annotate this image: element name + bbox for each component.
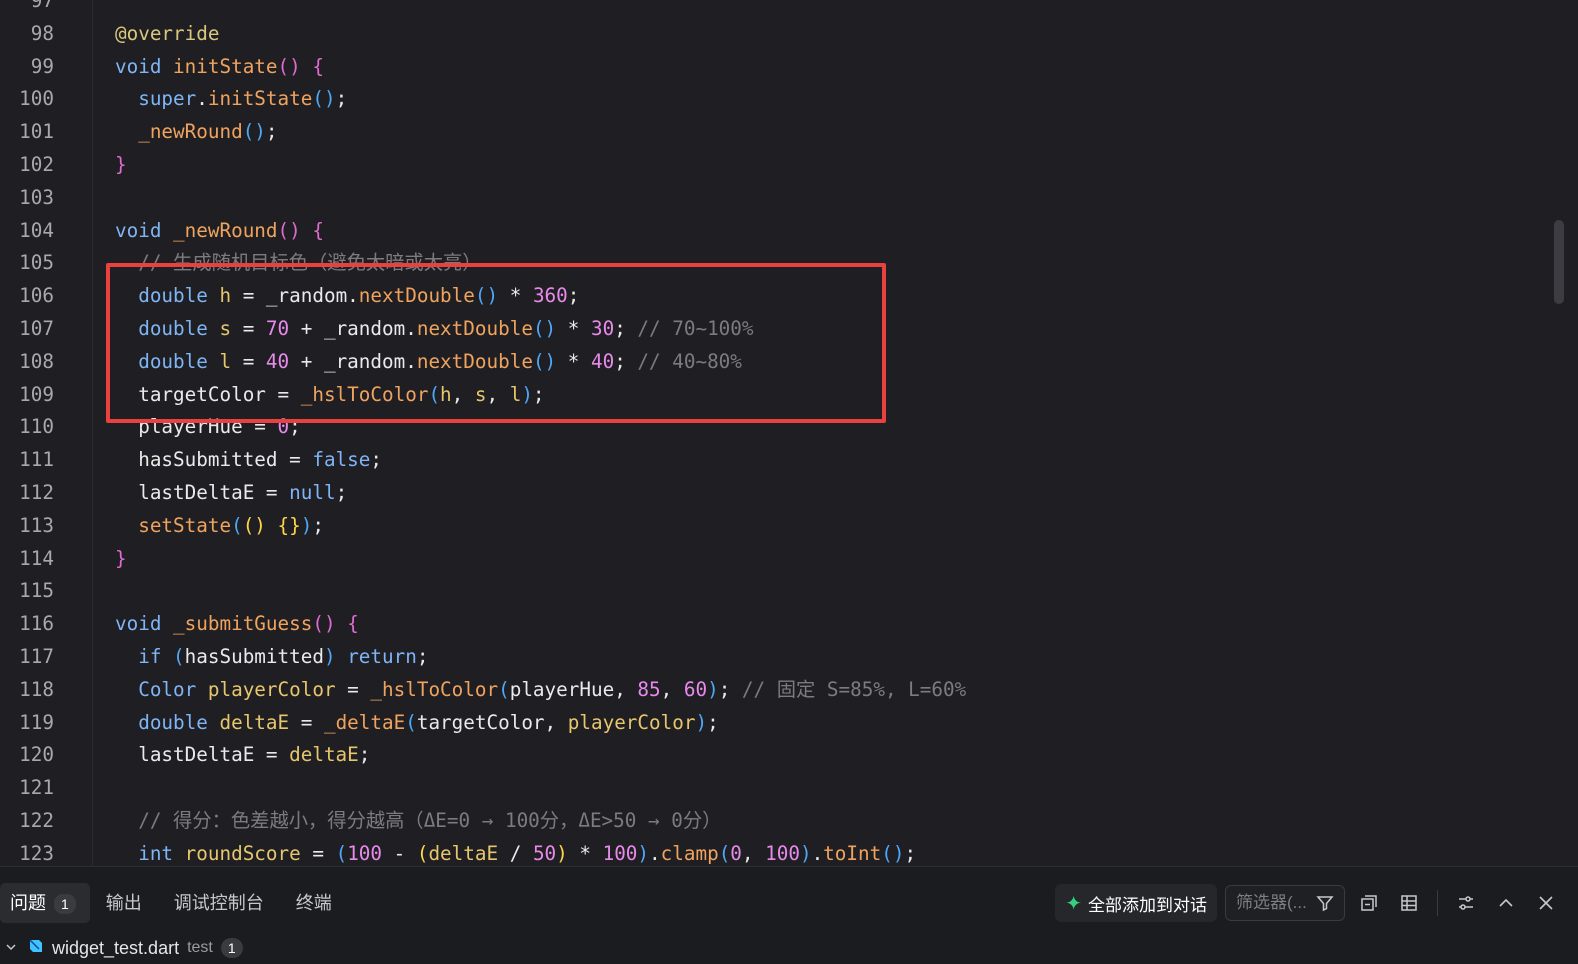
code-line: 99 void initState() {: [0, 50, 1540, 83]
line-number: 114: [19, 546, 54, 570]
vertical-scrollbar[interactable]: [1554, 220, 1564, 304]
line-code: @override: [115, 21, 220, 45]
problem-file-row[interactable]: widget_test.dart test 1: [4, 933, 243, 963]
tab-label: 问题: [10, 893, 46, 913]
line-number: 121: [19, 776, 54, 800]
line-number: 113: [19, 513, 54, 537]
line-code: setState(() {});: [138, 513, 324, 537]
line-code: void initState() {: [115, 54, 324, 78]
line-code: double deltaE = _deltaE(targetColor, pla…: [138, 710, 719, 734]
line-number: 104: [19, 218, 54, 242]
line-number: 97: [30, 0, 54, 12]
line-number: 115: [19, 579, 54, 603]
line-number: 112: [19, 481, 54, 504]
code-line: 123 int roundScore = (100 - (deltaE / 50…: [0, 837, 1540, 866]
annotation-highlight-box: [106, 263, 886, 423]
chevron-down-icon[interactable]: [4, 938, 18, 959]
add-all-to-chat-button[interactable]: ✦ 全部添加到对话: [1055, 884, 1217, 922]
settings-sliders-icon[interactable]: [1450, 887, 1482, 919]
line-number: 107: [19, 317, 54, 340]
file-folder: test: [187, 939, 213, 956]
code-line: 100 super.initState();: [0, 82, 1540, 115]
problems-count-badge: 1: [54, 894, 76, 915]
tab-label: 输出: [105, 893, 142, 913]
line-number: 109: [19, 382, 54, 406]
line-code: }: [115, 546, 127, 570]
code-line: 119 double deltaE = _deltaE(targetColor,…: [0, 706, 1540, 739]
panel-tabs: 问题 1 输出 调试控制台 终端: [0, 883, 348, 923]
line-number: 105: [19, 251, 54, 275]
filter-icon[interactable]: [1314, 887, 1336, 919]
line-number: 102: [19, 153, 54, 176]
code-line: 112 lastDeltaE = null;: [0, 476, 1540, 509]
code-line: 102}: [0, 148, 1540, 181]
tab-output[interactable]: 输出: [90, 883, 158, 923]
line-code: void _submitGuess() {: [115, 612, 359, 636]
filter-box: [1225, 885, 1345, 921]
collapse-all-icon[interactable]: [1353, 887, 1385, 919]
line-number: 111: [19, 448, 54, 472]
line-code: lastDeltaE = null;: [115, 481, 348, 504]
tab-terminal[interactable]: 终端: [280, 883, 348, 923]
panel-toolbar: ✦ 全部添加到对话: [1055, 883, 1562, 923]
line-number: 117: [19, 645, 54, 668]
line-code: // 得分：色差越小，得分越高（ΔE=0 → 100分，ΔE>50 → 0分）: [138, 809, 722, 832]
code-line: 113 setState(() {});: [0, 509, 1540, 542]
line-number: 122: [19, 809, 54, 832]
line-number: 123: [19, 841, 54, 865]
line-code: hasSubmitted = false;: [115, 448, 382, 472]
code-line: 122 // 得分：色差越小，得分越高（ΔE=0 → 100分，ΔE>50 → …: [0, 804, 1540, 837]
code-line: 104 void _newRound() {: [0, 214, 1540, 247]
file-name: widget_test.dart: [52, 937, 180, 958]
code-editor[interactable]: 97 98 @override 99 void initState() { 100 sup…: [0, 0, 1578, 866]
code-line: 115: [0, 574, 1540, 607]
line-code: Color playerColor = _hslToColor(playerHu…: [138, 677, 967, 701]
line-number: 103: [19, 185, 54, 209]
code-line: 98 @override: [0, 17, 1540, 50]
code-line: 111 hasSubmitted = false;: [0, 443, 1540, 476]
code-line: 120 lastDeltaE = deltaE;: [0, 738, 1540, 771]
table-view-icon[interactable]: [1393, 887, 1425, 919]
add-all-to-chat-label: 全部添加到对话: [1088, 895, 1207, 915]
line-number: 101: [19, 120, 54, 144]
filter-input[interactable]: [1234, 892, 1314, 914]
line-code: _newRound();: [138, 120, 278, 144]
line-code: super.initState();: [138, 87, 348, 111]
code-line: 103: [0, 181, 1540, 214]
tab-problems[interactable]: 问题 1: [0, 883, 90, 923]
line-number: 99: [30, 54, 54, 78]
toolbar-divider: [1437, 890, 1438, 916]
code-line: 117 if (hasSubmitted) return;: [0, 640, 1540, 673]
chevron-up-icon[interactable]: [1490, 887, 1522, 919]
line-number: 98: [30, 21, 54, 45]
line-code: void _newRound() {: [115, 218, 324, 242]
tab-debug-console[interactable]: 调试控制台: [158, 883, 280, 923]
line-number: 110: [19, 415, 54, 439]
sparkle-icon: ✦: [1065, 892, 1082, 915]
line-number: 100: [19, 87, 54, 111]
code-line: 118 Color playerColor = _hslToColor(play…: [0, 673, 1540, 706]
code-line: 97: [0, 0, 1540, 17]
close-icon[interactable]: [1530, 887, 1562, 919]
tab-label: 终端: [295, 893, 332, 913]
bottom-panel: 问题 1 输出 调试控制台 终端 ✦ 全部添加到对话 筛选器(... widge…: [0, 866, 1578, 964]
line-code: if (hasSubmitted) return;: [138, 645, 429, 668]
line-number: 120: [19, 743, 54, 767]
line-code: lastDeltaE = deltaE;: [115, 743, 371, 767]
line-code: int roundScore = (100 - (deltaE / 50) * …: [138, 841, 917, 865]
line-number: 108: [19, 349, 54, 373]
line-code: }: [115, 153, 127, 176]
file-problem-count: 1: [220, 938, 243, 958]
line-number: 106: [19, 284, 54, 308]
dart-file-icon: [26, 937, 44, 960]
code-line: 121: [0, 771, 1540, 804]
line-number: 119: [19, 710, 54, 734]
code-line: 114}: [0, 542, 1540, 575]
tab-label: 调试控制台: [173, 893, 264, 913]
code-line: 116 void _submitGuess() {: [0, 607, 1540, 640]
code-line: 101 _newRound();: [0, 115, 1540, 148]
line-number: 116: [19, 612, 54, 636]
line-number: 118: [19, 677, 54, 701]
